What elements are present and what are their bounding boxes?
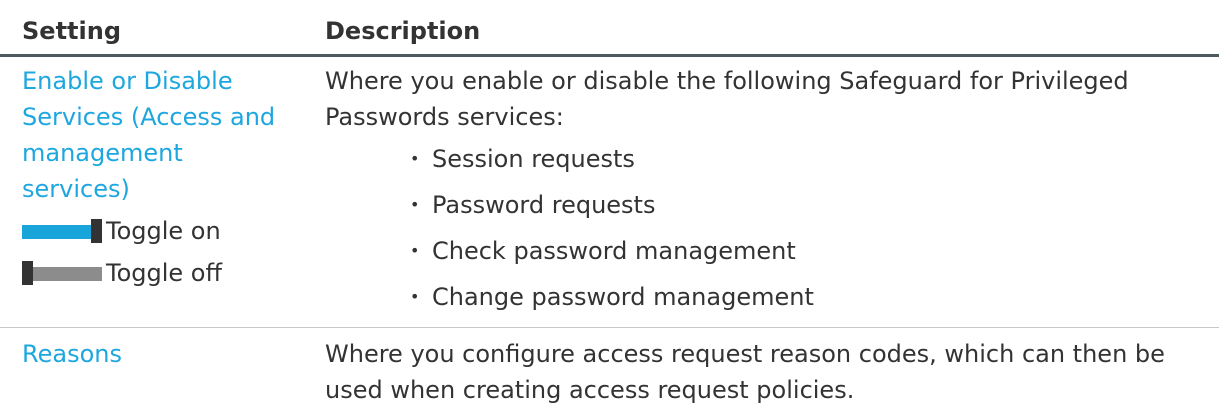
reasons-description: Where you configure access request reaso… (325, 340, 1165, 404)
services-list: • Session requests • Password requests • Ch… (325, 141, 1201, 315)
bullet-icon: • (410, 241, 420, 260)
bullet-icon: • (410, 195, 420, 214)
settings-table: Setting Description Enable or Disable Se… (0, 0, 1219, 408)
service-label: Check password management (432, 237, 796, 265)
list-item: • Session requests (410, 141, 1201, 177)
bullet-icon: • (410, 287, 420, 306)
header-row: Setting Description (0, 0, 1219, 57)
service-label: Password requests (432, 191, 656, 219)
service-label: Change password management (432, 283, 814, 311)
description-cell: Where you configure access request reaso… (308, 328, 1219, 409)
enable-disable-services-link[interactable]: Enable or Disable Services (Access and m… (22, 63, 298, 207)
description-cell: Where you enable or disable the followin… (308, 55, 1219, 328)
toggle-off-legend: Toggle off (22, 255, 298, 291)
header-setting: Setting (0, 0, 308, 57)
reasons-link[interactable]: Reasons (22, 340, 122, 368)
table-row: Reasons Where you configure access reque… (0, 328, 1219, 409)
list-item: • Change password management (410, 279, 1201, 315)
service-label: Session requests (432, 145, 635, 173)
list-item: • Check password management (410, 233, 1201, 269)
bullet-icon: • (410, 149, 420, 168)
services-description: Where you enable or disable the followin… (325, 67, 1129, 131)
toggle-on-label: Toggle on (106, 217, 221, 245)
toggle-off-label: Toggle off (106, 259, 223, 287)
setting-cell: Reasons (0, 328, 308, 409)
list-item: • Password requests (410, 187, 1201, 223)
header-description: Description (308, 0, 1219, 57)
toggle-off-icon (22, 261, 102, 285)
toggle-on-legend: Toggle on (22, 213, 298, 249)
table-row: Enable or Disable Services (Access and m… (0, 55, 1219, 328)
setting-cell: Enable or Disable Services (Access and m… (0, 55, 308, 328)
toggle-on-icon (22, 219, 102, 243)
